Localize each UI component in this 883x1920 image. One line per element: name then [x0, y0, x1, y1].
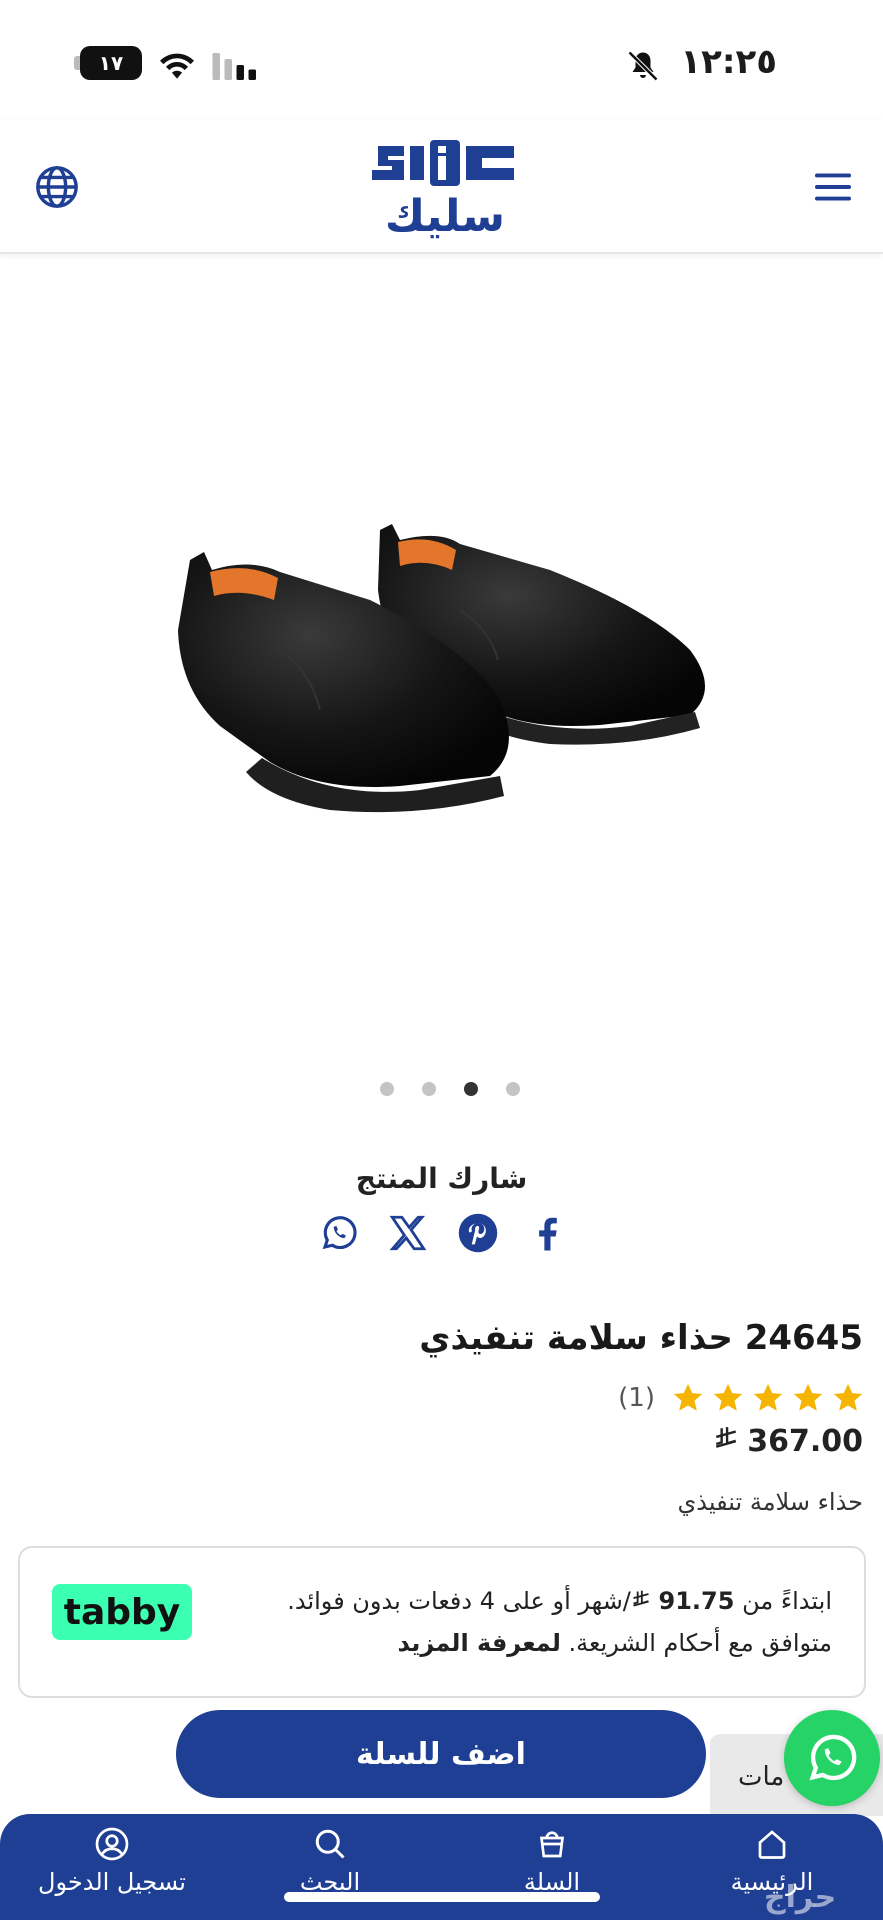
gallery-dot-active[interactable]	[464, 1082, 478, 1096]
star-icon	[753, 1383, 783, 1411]
product-short-description: حذاء سلامة تنفيذي	[677, 1488, 863, 1516]
whatsapp-chat-button[interactable]	[784, 1710, 880, 1806]
pinterest-icon[interactable]	[457, 1212, 499, 1254]
nav-login[interactable]: تسجيل الدخول	[12, 1826, 212, 1916]
tabby-amount: 91.75	[658, 1587, 735, 1615]
add-to-cart-button[interactable]: اضف للسلة	[176, 1710, 706, 1798]
nav-search[interactable]: البحث	[230, 1826, 430, 1916]
tabby-logo: tabby	[52, 1584, 192, 1640]
user-icon	[95, 1827, 129, 1861]
nav-login-label: تسجيل الدخول	[38, 1868, 186, 1896]
share-icons	[318, 1208, 568, 1258]
riyal-symbol-icon	[633, 1590, 649, 1607]
logo-latin-mark	[372, 140, 514, 186]
tabby-sharia: متوافق مع أحكام الشريعة.	[568, 1629, 832, 1657]
gallery-pagination	[380, 1082, 520, 1102]
wifi-icon	[160, 53, 194, 79]
tabby-prefix: ابتداءً من	[742, 1587, 832, 1615]
globe-icon[interactable]	[34, 164, 80, 210]
search-icon	[315, 1829, 345, 1859]
nav-cart[interactable]: السلة	[452, 1826, 652, 1916]
haraj-watermark: حراج	[764, 1880, 837, 1915]
tabby-suffix: /شهر أو على 4 دفعات بدون فوائد.	[287, 1587, 631, 1615]
whatsapp-icon[interactable]	[318, 1212, 360, 1254]
share-label: شارك المنتج	[355, 1162, 528, 1195]
gallery-dot[interactable]	[380, 1082, 394, 1096]
menu-icon[interactable]	[815, 172, 851, 202]
cart-icon	[539, 1831, 565, 1858]
tabby-promo[interactable]: ابتداءً من 91.75 /شهر أو على 4 دفعات بدو…	[18, 1546, 866, 1698]
facebook-icon[interactable]	[526, 1212, 568, 1254]
logo-arabic-text: سليك	[384, 191, 506, 242]
star-icon	[793, 1383, 823, 1411]
gallery-dot[interactable]	[422, 1082, 436, 1096]
battery-icon: ١٧	[80, 46, 142, 80]
gallery-dot[interactable]	[506, 1082, 520, 1096]
bell-off-icon	[627, 50, 659, 82]
home-icon	[758, 1830, 786, 1859]
riyal-symbol-icon	[713, 1425, 739, 1458]
signal-icon	[212, 53, 256, 80]
tabby-learn-more-link[interactable]: لمعرفة المزيد	[398, 1629, 561, 1657]
product-title: 24645 حذاء سلامة تنفيذي	[419, 1318, 863, 1358]
product-image[interactable]	[130, 500, 780, 900]
status-time: ١٢:٢٥	[680, 42, 777, 82]
site-header: سليك	[0, 120, 883, 254]
star-icon	[673, 1383, 703, 1411]
status-bar: ١٢:٢٥ ١٧	[0, 0, 883, 120]
rating-count: (1)	[618, 1383, 655, 1413]
product-rating[interactable]: (1)	[618, 1378, 865, 1418]
star-icon	[713, 1383, 743, 1411]
star-icon	[833, 1383, 863, 1411]
product-price: 367.00	[713, 1424, 863, 1459]
whatsapp-icon	[809, 1734, 857, 1781]
x-icon[interactable]	[387, 1212, 429, 1254]
home-indicator[interactable]	[284, 1892, 600, 1902]
tabby-text: ابتداءً من 91.75 /شهر أو على 4 دفعات بدو…	[212, 1580, 832, 1664]
price-value: 367.00	[747, 1424, 863, 1459]
bottom-navigation: تسجيل الدخول البحث السلة الرئيسية	[0, 1814, 883, 1920]
site-logo[interactable]: سليك	[370, 140, 520, 244]
